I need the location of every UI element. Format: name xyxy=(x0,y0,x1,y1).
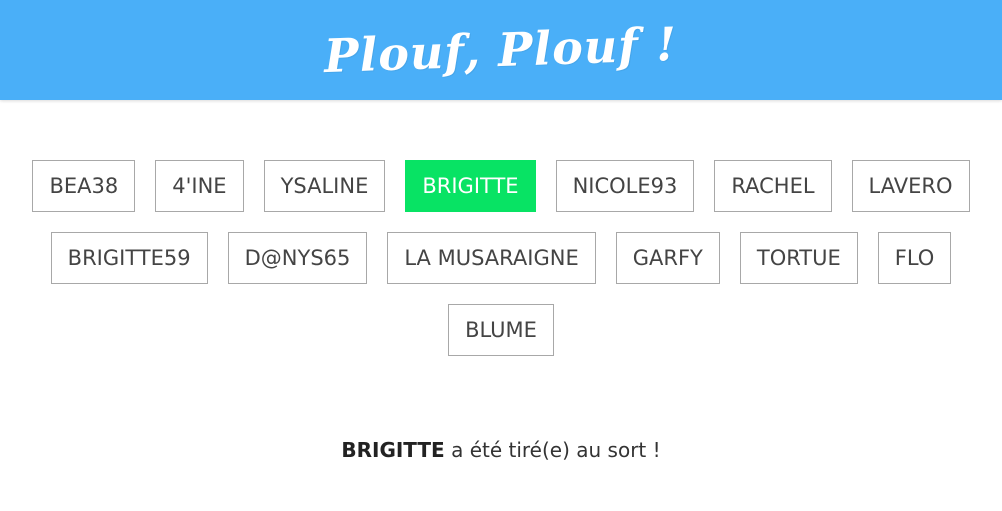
draw-result: BRIGITTE a été tiré(e) au sort ! xyxy=(0,438,1002,462)
name-button[interactable]: BLUME xyxy=(448,304,554,356)
name-button[interactable]: LAVERO xyxy=(851,160,970,212)
result-name: BRIGITTE xyxy=(341,438,445,462)
name-button-selected[interactable]: BRIGITTE xyxy=(405,160,536,212)
name-button[interactable]: FLO xyxy=(877,232,952,284)
name-button[interactable]: GARFY xyxy=(615,232,720,284)
name-button[interactable]: BEA38 xyxy=(32,160,136,212)
names-row: BRIGITTE59 D@NYS65 LA MUSARAIGNE GARFY TORTU… xyxy=(0,232,1002,284)
names-row: BEA38 4'INE YSALINE BRIGITTE NICOLE93 RACHEL L… xyxy=(0,160,1002,212)
app-title: Plouf, Plouf ! xyxy=(323,16,679,84)
name-button[interactable]: YSALINE xyxy=(263,160,386,212)
name-button[interactable]: LA MUSARAIGNE xyxy=(387,232,596,284)
names-grid: BEA38 4'INE YSALINE BRIGITTE NICOLE93 RACHEL L… xyxy=(0,160,1002,376)
name-button[interactable]: D@NYS65 xyxy=(227,232,368,284)
name-button[interactable]: 4'INE xyxy=(155,160,244,212)
names-row: BLUME xyxy=(0,304,1002,356)
name-button[interactable]: BRIGITTE59 xyxy=(50,232,208,284)
header-bar: Plouf, Plouf ! xyxy=(0,0,1002,100)
name-button[interactable]: TORTUE xyxy=(739,232,858,284)
result-text: a été tiré(e) au sort ! xyxy=(444,438,661,462)
name-button[interactable]: NICOLE93 xyxy=(555,160,695,212)
name-button[interactable]: RACHEL xyxy=(714,160,832,212)
